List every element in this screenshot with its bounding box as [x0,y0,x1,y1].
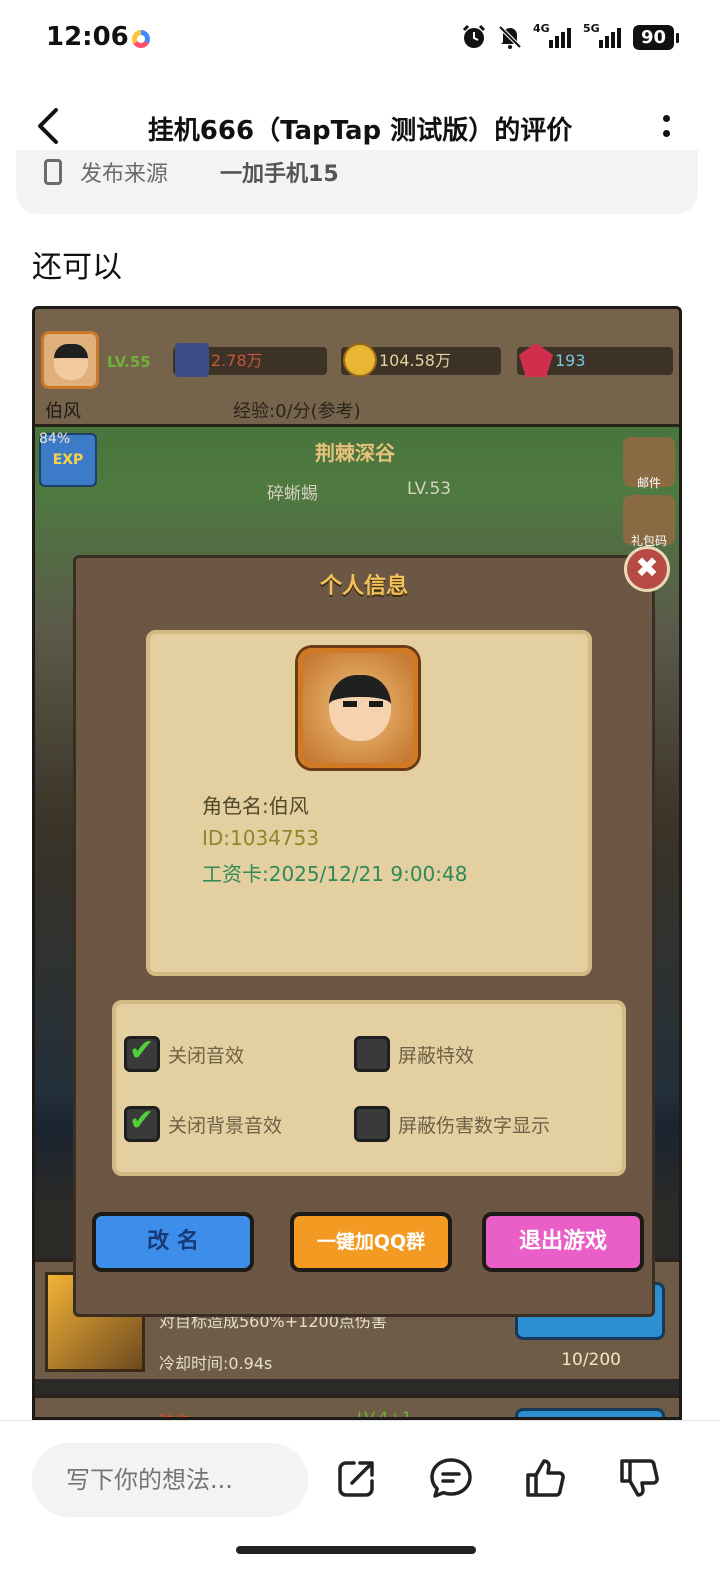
wage-card: 工资卡:2025/12/21 9:00:48 [202,862,468,886]
zone-name: 荆棘深谷 [315,441,395,465]
source-value: 一加手机15 [220,162,339,187]
battery-icon: 90 [632,24,680,50]
status-icons: 4G 5G 90 [461,22,680,50]
bottom-action-bar [0,1420,720,1584]
alarm-icon [462,24,485,48]
source-card: 发布来源 一加手机15 [16,150,698,214]
enemy-name: 碎蜥蜴 [267,484,318,504]
checkbox [124,1103,160,1142]
exit-game-button: 退出游戏 [482,1212,644,1272]
exp-percent: 84% [39,431,71,447]
settings-card: 关闭音效 屏蔽特效 关闭背景音效 屏蔽伤害数字显示 [112,1000,626,1176]
avatar [298,648,418,768]
level-text: LV.55 [107,353,151,371]
home-indicator[interactable] [236,1546,476,1554]
setting-label: 关闭音效 [168,1044,245,1067]
power-value: 2.78万 [211,351,263,370]
network-label: 5G [582,22,600,35]
checkbox [354,1106,390,1142]
comment-icon[interactable] [428,1455,474,1501]
setting-label: 屏蔽特效 [398,1044,475,1067]
mail-label: 邮件 [636,476,661,490]
signal-icon: 5G [582,22,623,50]
skill-cost: 10/200 [561,1350,621,1370]
signal-icon: 4G [532,22,573,50]
rename-button: 改 名 [92,1212,254,1272]
thumbs-down-icon[interactable] [616,1455,662,1501]
source-label: 发布来源 [80,162,169,187]
comment-input[interactable] [32,1443,308,1517]
gem-icon [519,343,553,377]
skill-cooldown: 冷却时间:0.94s [159,1354,273,1373]
gem-stat: 193 [517,343,673,377]
skill-level: LV.4+1 [357,1408,412,1420]
upgrade-button [515,1408,665,1417]
phone-icon [44,159,62,185]
game-top-panel: LV.55 2.78万 104.58万 193 伯风 经验:0/分(参考) [35,309,679,427]
avatar [41,331,99,389]
gem-value: 193 [555,351,586,370]
personal-info-modal: 个人信息 ✖ 角色名:伯风 ID:1034753 工资卡:2025/12/21 … [73,546,670,1317]
power-stat: 2.78万 [173,343,327,377]
sword-icon [175,343,209,377]
mail-icon: 邮件 [623,437,675,490]
character-name: 伯风 [45,401,81,422]
close-icon: ✖ [624,546,670,592]
page-title: 挂机666（TapTap 测试版）的评价 [147,116,573,146]
skill-name: 破伤 [159,1408,191,1417]
share-icon[interactable] [334,1455,380,1501]
source-row: 发布来源 一加手机15 [44,156,339,188]
coin-icon [343,343,377,377]
thumbs-up-icon[interactable] [522,1455,568,1501]
setting-label: 关闭背景音效 [168,1114,283,1137]
enemy-level: LV.53 [407,479,452,499]
exp-rate: 经验:0/分(参考) [233,401,361,422]
review-text: 还可以 [32,250,122,285]
info-card: 角色名:伯风 ID:1034753 工资卡:2025/12/21 9:00:48 [146,630,592,976]
status-time: 12:06 [46,22,129,52]
more-vertical-icon[interactable] [656,112,676,142]
setting-label: 屏蔽伤害数字显示 [398,1114,551,1137]
setting-mute-sfx: 关闭音效 [124,1033,245,1072]
gold-stat: 104.58万 [341,343,501,377]
app-notification-icon [132,30,150,48]
setting-hide-effects: 屏蔽特效 [354,1036,474,1072]
role-name: 角色名:伯风 [202,794,309,818]
review-screenshot[interactable]: LV.55 2.78万 104.58万 193 伯风 经验:0/分(参考) EX… [32,306,682,1420]
join-qq-button: 一键加QQ群 [290,1212,452,1272]
gift-icon: 礼包码 [623,495,675,548]
modal-title: 个人信息 [319,574,408,599]
skill-row: 破伤 LV.4+1 [35,1395,679,1420]
status-bar: 12:06 4G 5G 90 [0,0,720,78]
setting-hide-damage: 屏蔽伤害数字显示 [354,1106,550,1142]
network-label: 4G [532,22,550,35]
checkbox [124,1033,160,1072]
setting-mute-bgm: 关闭背景音效 [124,1103,283,1142]
gold-value: 104.58万 [379,351,451,370]
mute-icon [498,25,522,49]
player-id: ID:1034753 [202,826,320,850]
checkbox [354,1036,390,1072]
